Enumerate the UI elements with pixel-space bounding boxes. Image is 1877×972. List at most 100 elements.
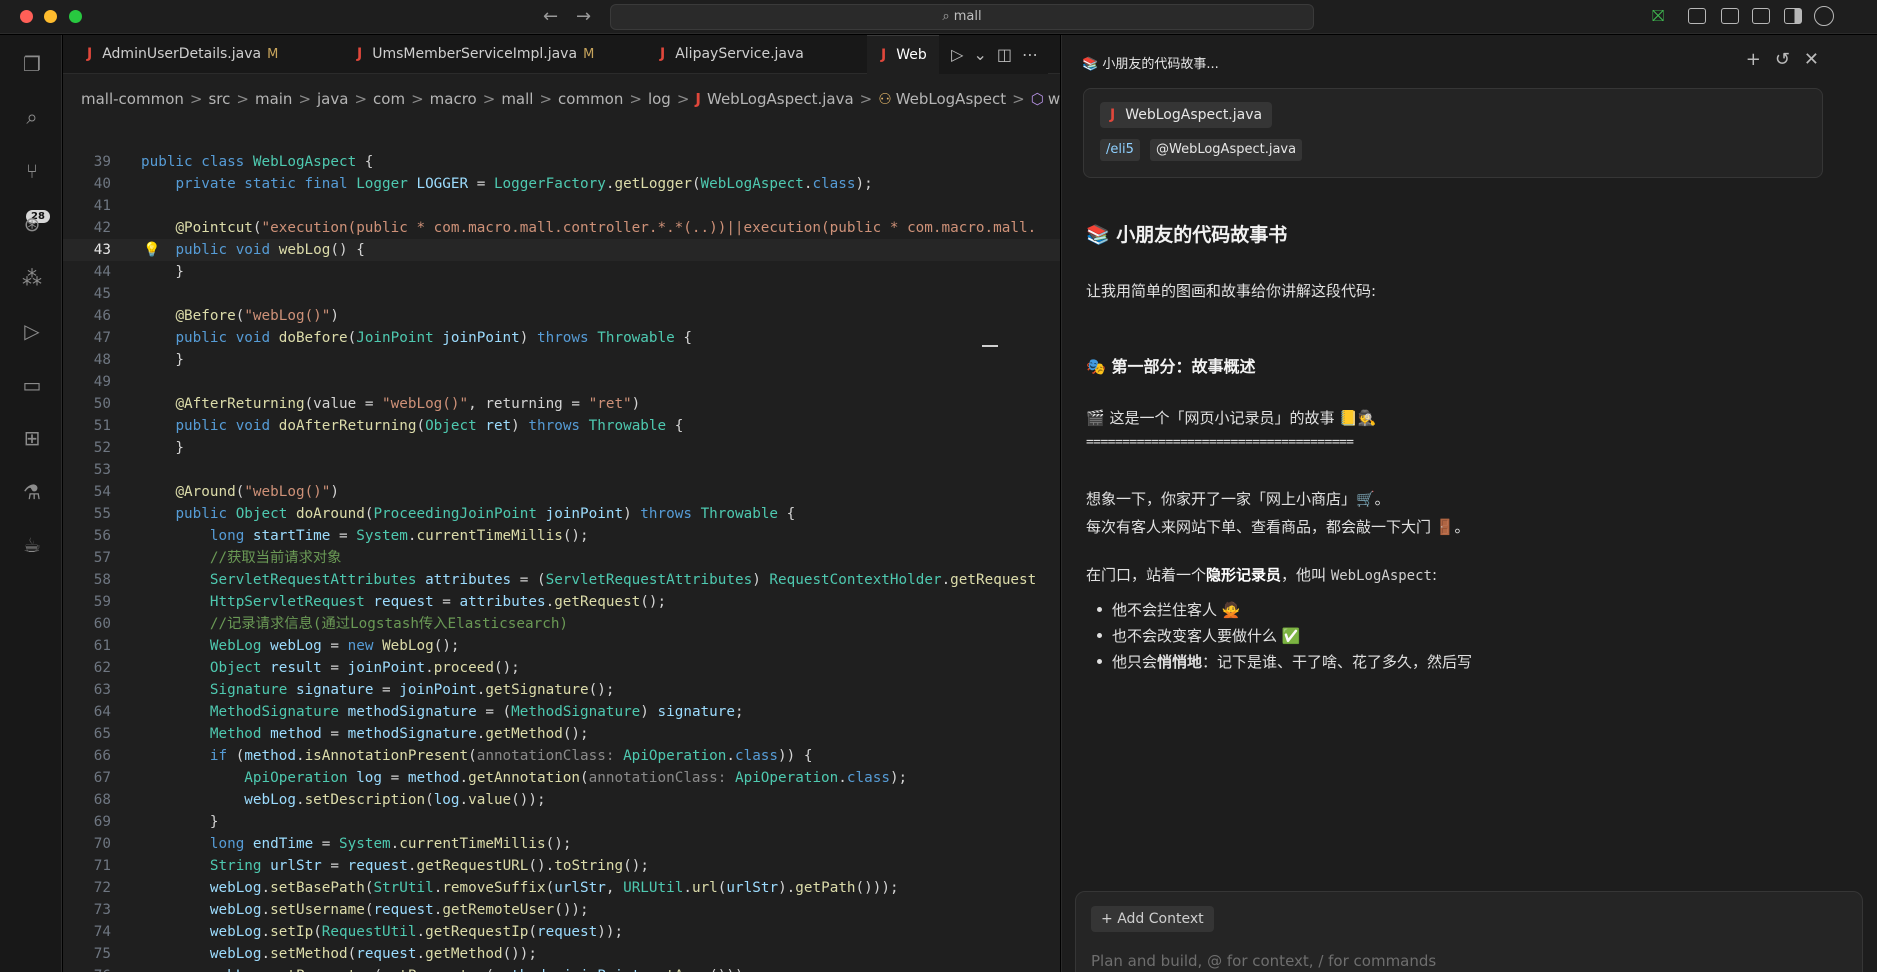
response-heading: 📚 小朋友的代码故事书 xyxy=(1086,224,1288,246)
breadcrumb-item[interactable]: src xyxy=(208,90,230,108)
code-line[interactable]: 59 HttpServletRequest request = attribut… xyxy=(63,591,1060,613)
command-center-search[interactable]: ⌕ mall xyxy=(610,4,1314,30)
breadcrumb-item[interactable]: macro xyxy=(430,90,477,108)
history-icon[interactable]: ↺ xyxy=(1775,49,1804,70)
code-line[interactable]: 51 public void doAfterReturning(Object r… xyxy=(63,415,1060,437)
code-line[interactable]: 62 Object result = joinPoint.proceed(); xyxy=(63,657,1060,679)
compass-icon[interactable]: ⊛ xyxy=(21,213,43,235)
code-line[interactable]: 56 long startTime = System.currentTimeMi… xyxy=(63,525,1060,547)
tab-alipay-service[interactable]: J AlipayService.java xyxy=(660,35,804,74)
code-line[interactable]: 72 webLog.setBasePath(StrUtil.removeSuff… xyxy=(63,877,1060,899)
code-line[interactable]: 40 private static final Logger LOGGER = … xyxy=(63,173,1060,195)
breadcrumb-item[interactable]: com xyxy=(373,90,405,108)
code-line[interactable]: 73 webLog.setUsername(request.getRemoteU… xyxy=(63,899,1060,921)
code-line[interactable]: 42 @Pointcut("execution(public * com.mac… xyxy=(63,217,1060,239)
code-line[interactable]: 60 //记录请求信息(通过Logstash传入Elasticsearch) xyxy=(63,613,1060,635)
close-window-button[interactable] xyxy=(20,10,33,23)
code-line[interactable]: 54 @Around("webLog()") xyxy=(63,481,1060,503)
code-line[interactable]: 70 long endTime = System.currentTimeMill… xyxy=(63,833,1060,855)
more-actions-icon[interactable]: ⋯ xyxy=(1022,45,1048,64)
code-line[interactable]: 74 webLog.setIp(RequestUtil.getRequestIp… xyxy=(63,921,1060,943)
code-line[interactable]: 47 public void doBefore(JoinPoint joinPo… xyxy=(63,327,1060,349)
breadcrumb-item[interactable]: webLo xyxy=(1048,90,1060,108)
story-title: 🎬 这是一个「网页小记录员」的故事 📒🕵 xyxy=(1086,409,1377,427)
close-icon[interactable]: ✕ xyxy=(1804,49,1833,70)
split-editor-icon[interactable]: ◫ xyxy=(997,45,1022,64)
code-line[interactable]: 71 String urlStr = request.getRequestURL… xyxy=(63,855,1060,877)
chat-input-placeholder[interactable]: Plan and build, @ for context, / for com… xyxy=(1091,952,1436,970)
run-icon[interactable]: ▷ xyxy=(951,45,973,64)
panel-resize-handle[interactable] xyxy=(982,345,998,347)
testing-flask-icon[interactable]: ⚗ xyxy=(21,481,43,503)
toggle-primary-sidebar-icon[interactable] xyxy=(1721,8,1739,24)
account-icon[interactable] xyxy=(1814,6,1834,26)
toggle-secondary-sidebar-icon[interactable] xyxy=(1784,8,1802,24)
code-line[interactable]: 64 MethodSignature methodSignature = (Me… xyxy=(63,701,1060,723)
code-line[interactable]: 44 } xyxy=(63,261,1060,283)
source-control-icon[interactable]: ⑂ xyxy=(21,160,43,182)
code-line[interactable]: 45 xyxy=(63,283,1060,305)
code-line[interactable]: 66 if (method.isAnnotationPresent(annota… xyxy=(63,745,1060,767)
remote-explorer-icon[interactable]: ▭ xyxy=(21,374,43,396)
breadcrumb-item[interactable]: WebLogAspect xyxy=(896,90,1006,108)
code-line[interactable]: 69 } xyxy=(63,811,1060,833)
class-icon: ⚇ xyxy=(878,90,892,108)
code-line[interactable]: 53 xyxy=(63,459,1060,481)
add-context-button[interactable]: + Add Context xyxy=(1091,906,1214,932)
title-bar: ← → ⌕ mall ⛝ xyxy=(0,0,1877,34)
new-chat-icon[interactable]: + xyxy=(1746,49,1775,70)
paragraph: 想象一下，你家开了一家「网上小商店」🛒。 xyxy=(1086,490,1390,508)
code-line[interactable]: 68 webLog.setDescription(log.value()); xyxy=(63,789,1060,811)
breadcrumb-item[interactable]: main xyxy=(255,90,292,108)
code-line[interactable]: 58 ServletRequestAttributes attributes =… xyxy=(63,569,1060,591)
code-line-current[interactable]: 43 💡 public void webLog() { xyxy=(63,239,1060,261)
java-projects-icon[interactable]: ☕ xyxy=(21,534,43,556)
chat-input-box[interactable]: + Add Context Plan and build, @ for cont… xyxy=(1075,891,1863,972)
back-arrow-icon[interactable]: ← xyxy=(543,6,558,27)
code-line[interactable]: 76 webLog.setParameter(getParameter(meth… xyxy=(63,965,1060,972)
code-line[interactable]: 46 @Before("webLog()") xyxy=(63,305,1060,327)
run-debug-icon[interactable]: ▷ xyxy=(21,320,43,342)
method-icon: ⬡ xyxy=(1030,90,1044,108)
minimize-window-button[interactable] xyxy=(44,10,57,23)
breadcrumb-item[interactable]: mall xyxy=(501,90,533,108)
chevron-down-icon[interactable]: ⌄ xyxy=(973,45,996,64)
context-file-chip[interactable]: J WebLogAspect.java xyxy=(1100,102,1273,128)
java-file-icon: J xyxy=(1110,107,1116,123)
layout-icon[interactable] xyxy=(1688,8,1706,24)
breadcrumb-item[interactable]: mall-common xyxy=(81,90,184,108)
breadcrumb-item[interactable]: log xyxy=(648,90,671,108)
code-line[interactable]: 49 xyxy=(63,371,1060,393)
code-line[interactable]: 41 xyxy=(63,195,1060,217)
code-line[interactable]: 48 } xyxy=(63,349,1060,371)
code-line[interactable]: 63 Signature signature = joinPoint.getSi… xyxy=(63,679,1060,701)
paragraph: 在门口，站着一个隐形记录员，他叫 WebLogAspect: xyxy=(1086,566,1438,584)
maximize-window-button[interactable] xyxy=(69,10,82,23)
java-file-icon: J xyxy=(695,90,701,108)
breadcrumb-item[interactable]: java xyxy=(317,90,348,108)
breadcrumb-item[interactable]: common xyxy=(558,90,623,108)
code-line[interactable]: 75 webLog.setMethod(request.getMethod())… xyxy=(63,943,1060,965)
code-line[interactable]: 52 } xyxy=(63,437,1060,459)
code-line[interactable]: 57 //获取当前请求对象 xyxy=(63,547,1060,569)
java-file-icon: J xyxy=(881,47,887,63)
tab-ums-member-service-impl[interactable]: J UmsMemberServiceImpl.java M xyxy=(357,35,594,74)
code-editor[interactable]: 39 public class WebLogAspect { 40 private… xyxy=(63,151,1060,972)
message-context-box: J WebLogAspect.java /eli5 @WebLogAspect.j… xyxy=(1083,88,1823,178)
breadcrumb-item[interactable]: WebLogAspect.java xyxy=(707,90,854,108)
search-icon[interactable]: ⌕ xyxy=(21,106,43,128)
code-line[interactable]: 61 WebLog webLog = new WebLog(); xyxy=(63,635,1060,657)
gift-icon[interactable]: ⛝ xyxy=(1652,6,1664,26)
extensions-icon[interactable]: ⊞ xyxy=(21,427,43,449)
network-icon[interactable]: ⁂ xyxy=(21,267,43,289)
code-line[interactable]: 39 public class WebLogAspect { xyxy=(63,151,1060,173)
tab-admin-user-details[interactable]: J AdminUserDetails.java M xyxy=(87,35,278,74)
toggle-panel-icon[interactable] xyxy=(1752,8,1770,24)
search-icon: ⌕ xyxy=(942,9,950,24)
code-line[interactable]: 50 @AfterReturning(value = "webLog()", r… xyxy=(63,393,1060,415)
forward-arrow-icon[interactable]: → xyxy=(576,6,591,27)
code-line[interactable]: 55 public Object doAround(ProceedingJoin… xyxy=(63,503,1060,525)
explorer-icon[interactable]: ❐ xyxy=(21,53,43,75)
code-line[interactable]: 67 ApiOperation log = method.getAnnotati… xyxy=(63,767,1060,789)
code-line[interactable]: 65 Method method = methodSignature.getMe… xyxy=(63,723,1060,745)
